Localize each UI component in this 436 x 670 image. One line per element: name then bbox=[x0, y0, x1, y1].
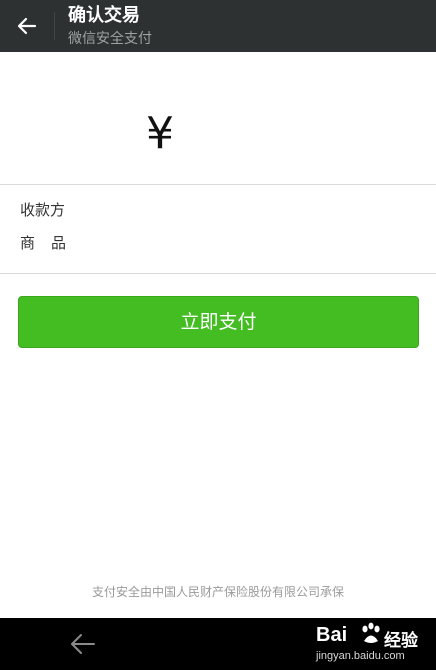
watermark-logo: Bai bbox=[316, 624, 348, 646]
page-subtitle: 微信安全支付 bbox=[68, 31, 152, 47]
arrow-left-icon bbox=[71, 634, 95, 654]
watermark-jingyan: 经验 bbox=[384, 631, 418, 651]
page-title: 确认交易 bbox=[68, 5, 140, 26]
pay-now-button[interactable]: 立即支付 bbox=[18, 296, 419, 348]
paw-icon bbox=[362, 622, 380, 643]
divider bbox=[0, 273, 436, 274]
watermark-url: jingyan.baidu.com bbox=[316, 650, 405, 662]
system-nav-bar: Bai 经验 jingyan.baidu.com bbox=[0, 618, 436, 670]
currency-symbol: ¥ bbox=[146, 108, 174, 159]
app-header: 确认交易 微信安全支付 bbox=[0, 0, 436, 52]
payee-label: 收款方 bbox=[20, 201, 66, 219]
amount-section: ¥ bbox=[0, 52, 436, 184]
product-label: 商品 bbox=[20, 234, 83, 252]
nav-back-button[interactable] bbox=[62, 628, 106, 660]
insurance-note: 支付安全由中国人民财产保险股份有限公司承保 bbox=[91, 585, 344, 599]
header-divider bbox=[54, 12, 55, 40]
back-button[interactable] bbox=[0, 0, 54, 52]
baidu-jingyan-watermark: Bai 经验 jingyan.baidu.com bbox=[310, 622, 432, 668]
arrow-left-icon bbox=[17, 17, 37, 35]
divider bbox=[0, 184, 436, 185]
